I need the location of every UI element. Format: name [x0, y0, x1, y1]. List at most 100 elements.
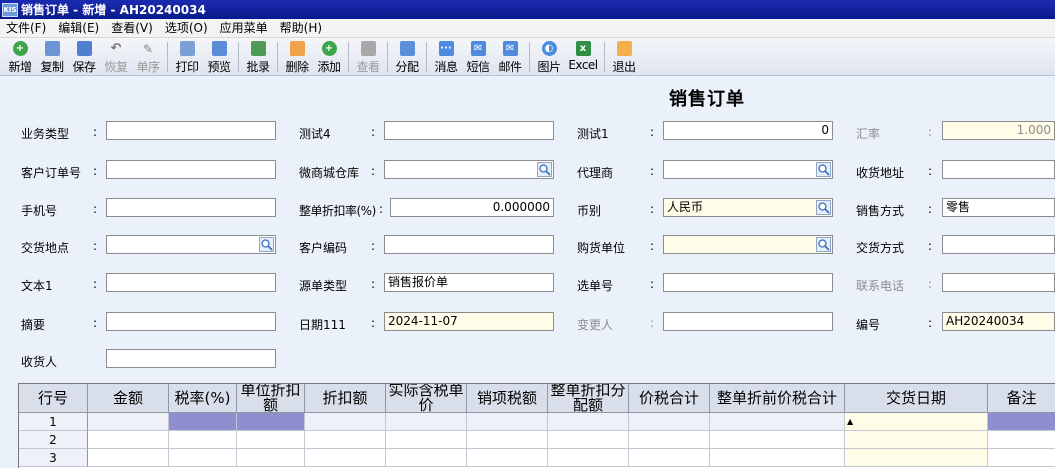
text1-field[interactable] — [106, 273, 276, 292]
grid-cell[interactable] — [629, 413, 710, 431]
grid-cell[interactable] — [169, 431, 237, 449]
delivery-method-field[interactable] — [942, 235, 1055, 254]
customer-po-field[interactable] — [106, 160, 276, 179]
image-button[interactable]: ◐ 图片 — [533, 38, 565, 76]
lookup-magnifier-icon[interactable] — [816, 162, 831, 177]
grid-cell[interactable] — [88, 449, 169, 467]
exchange-rate-field[interactable]: 1.000 — [942, 121, 1055, 140]
sales-method-field[interactable]: 零售 — [942, 198, 1055, 217]
lookup-magnifier-icon[interactable] — [816, 200, 831, 215]
message-button[interactable]: ··· 消息 — [430, 38, 462, 76]
grid-cell[interactable] — [467, 449, 548, 467]
grid-header-output-tax[interactable]: 销项税额 — [467, 384, 548, 413]
new-button[interactable]: + 新增 — [4, 38, 36, 76]
source-type-field[interactable]: 销售报价单 — [384, 273, 554, 292]
print-button[interactable]: 打印 — [171, 38, 203, 76]
doc-no-field[interactable]: AH20240034 — [942, 312, 1055, 331]
grid-header-order-discount-alloc[interactable]: 整单折扣分配额 — [548, 384, 629, 413]
mail-button[interactable]: ✉ 邮件 — [494, 38, 526, 76]
menu-file[interactable]: 文件(F) — [0, 19, 52, 38]
grid-cell[interactable] — [629, 449, 710, 467]
grid-cell[interactable] — [386, 449, 467, 467]
discount-rate-field[interactable]: 0.000000 — [390, 198, 554, 217]
changer-field[interactable] — [663, 312, 833, 331]
grid-cell[interactable] — [548, 413, 629, 431]
grid-cell[interactable] — [88, 431, 169, 449]
biz-type-field[interactable] — [106, 121, 276, 140]
menu-edit[interactable]: 编辑(E) — [52, 19, 105, 38]
grid-cell[interactable] — [305, 431, 386, 449]
lookup-magnifier-icon[interactable] — [537, 162, 552, 177]
lookup-magnifier-icon[interactable] — [259, 237, 274, 252]
grid-header-actual-price[interactable]: 实际含税单价 — [386, 384, 467, 413]
ship-address-field[interactable] — [942, 160, 1055, 179]
grid-cell[interactable] — [988, 449, 1055, 467]
grid-cell[interactable] — [988, 431, 1055, 449]
grid-header-row-no[interactable]: 行号 — [19, 384, 88, 413]
split-button[interactable]: 分配 — [391, 38, 423, 76]
colon: : — [93, 164, 98, 178]
grid-cell[interactable] — [386, 413, 467, 431]
menu-apps[interactable]: 应用菜单 — [214, 19, 274, 38]
grid-cell[interactable] — [467, 431, 548, 449]
grid-cell[interactable] — [88, 413, 169, 431]
mobile-field[interactable] — [106, 198, 276, 217]
copy-button[interactable]: 复制 — [36, 38, 68, 76]
delivery-place-field[interactable] — [106, 235, 276, 254]
grid-cell[interactable] — [305, 449, 386, 467]
grid-cell[interactable] — [629, 431, 710, 449]
grid-cell[interactable] — [710, 431, 845, 449]
excel-button[interactable]: x Excel — [565, 38, 601, 76]
preview-button[interactable]: 预览 — [203, 38, 235, 76]
grid-header-delivery-date[interactable]: 交货日期 — [845, 384, 988, 413]
grid-cell[interactable] — [467, 413, 548, 431]
menu-help[interactable]: 帮助(H) — [274, 19, 328, 38]
grid-cell[interactable] — [386, 431, 467, 449]
save-button[interactable]: 保存 — [68, 38, 100, 76]
source-order-button[interactable]: ✎ 单序 — [132, 38, 164, 76]
grid-cell-delivery-date[interactable] — [845, 431, 988, 449]
grid-cell[interactable] — [237, 449, 305, 467]
grid-cell-delivery-date[interactable]: ▲ — [845, 413, 988, 431]
grid-header-remark[interactable]: 备注 — [988, 384, 1055, 413]
grid-cell[interactable] — [710, 413, 845, 431]
select-no-field[interactable] — [663, 273, 833, 292]
batch-entry-button[interactable]: 批录 — [242, 38, 274, 76]
restore-button[interactable]: ↶ 恢复 — [100, 38, 132, 76]
mall-warehouse-field[interactable] — [384, 160, 554, 179]
grid-cell-selected[interactable] — [169, 413, 237, 431]
menu-options[interactable]: 选项(O) — [159, 19, 214, 38]
contact-phone-field[interactable] — [942, 273, 1055, 292]
grid-header-tax-rate[interactable]: 税率(%) — [169, 384, 237, 413]
currency-field[interactable]: 人民币 — [663, 198, 833, 217]
sms-button[interactable]: ✉ 短信 — [462, 38, 494, 76]
grid-cell[interactable] — [169, 449, 237, 467]
grid-header-pre-discount-total[interactable]: 整单折前价税合计 — [710, 384, 845, 413]
lookup-magnifier-icon[interactable] — [816, 237, 831, 252]
receiver-field[interactable] — [106, 349, 276, 368]
grid-header-total[interactable]: 价税合计 — [629, 384, 710, 413]
grid-cell[interactable] — [305, 413, 386, 431]
purchase-unit-field[interactable] — [663, 235, 833, 254]
grid-cell[interactable] — [710, 449, 845, 467]
grid-cell-delivery-date[interactable] — [845, 449, 988, 467]
menu-view[interactable]: 查看(V) — [105, 19, 159, 38]
grid-cell[interactable] — [548, 449, 629, 467]
grid-cell-selected[interactable] — [237, 413, 305, 431]
summary-field[interactable] — [106, 312, 276, 331]
grid-cell[interactable] — [237, 431, 305, 449]
test1-field[interactable]: 0 — [663, 121, 833, 140]
agent-field[interactable] — [663, 160, 833, 179]
customer-code-field[interactable] — [384, 235, 554, 254]
test4-field[interactable] — [384, 121, 554, 140]
grid-header-discount[interactable]: 折扣额 — [305, 384, 386, 413]
grid-cell[interactable] — [548, 431, 629, 449]
grid-header-amount[interactable]: 金额 — [88, 384, 169, 413]
date111-field[interactable]: 2024-11-07 — [384, 312, 554, 331]
delete-row-button[interactable]: 删除 — [281, 38, 313, 76]
grid-cell-selected[interactable] — [988, 413, 1055, 431]
grid-header-unit-discount[interactable]: 单位折扣额 — [237, 384, 305, 413]
exit-button[interactable]: 退出 — [608, 38, 640, 76]
view-button[interactable]: 查看 — [352, 38, 384, 76]
add-row-button[interactable]: + 添加 — [313, 38, 345, 76]
